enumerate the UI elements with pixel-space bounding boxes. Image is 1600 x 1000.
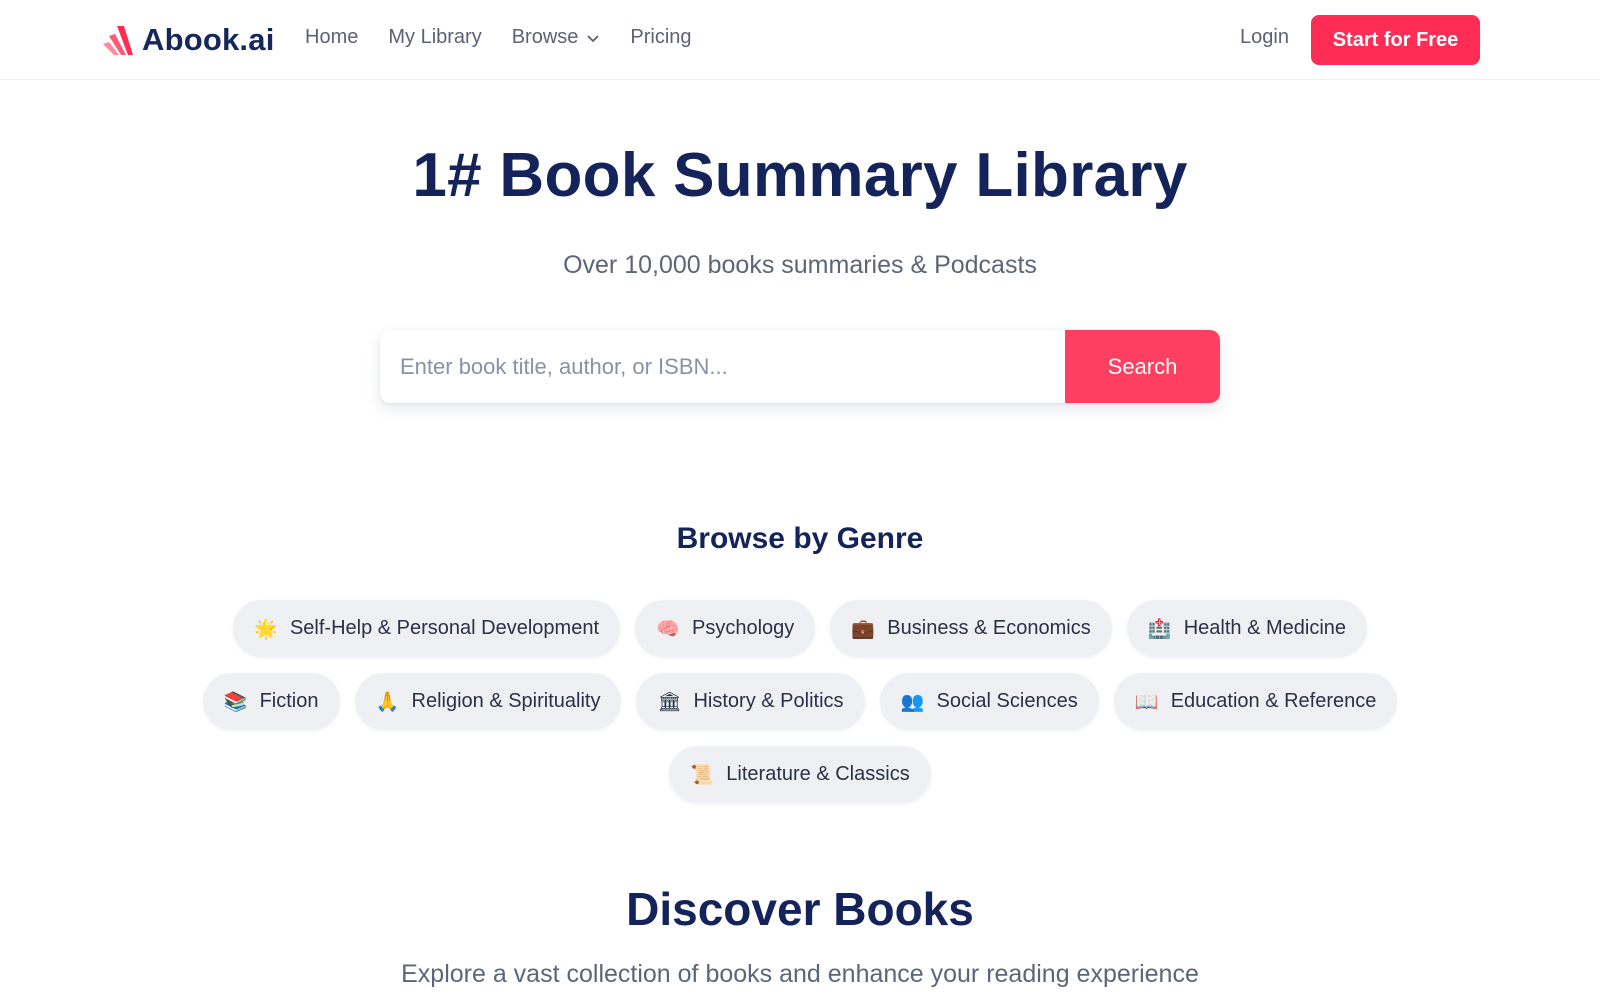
discover-title: Discover Books bbox=[626, 883, 974, 935]
logo[interactable]: Abook.ai bbox=[102, 20, 275, 60]
genre-chip-label: Education & Reference bbox=[1170, 690, 1377, 712]
main-nav: Home My Library Browse Pricing bbox=[305, 26, 692, 49]
nav-browse-dropdown[interactable]: Browse bbox=[512, 26, 601, 49]
hospital-icon: 🏥 bbox=[1147, 618, 1172, 640]
start-for-free-button[interactable]: Start for Free bbox=[1311, 15, 1480, 65]
brain-icon: 🧠 bbox=[656, 618, 680, 640]
genre-chip-education[interactable]: 📖 Education & Reference bbox=[1113, 673, 1398, 730]
genre-chip-label: Self-Help & Personal Development bbox=[289, 617, 600, 639]
genre-chip-health[interactable]: 🏥 Health & Medicine bbox=[1126, 600, 1368, 657]
search-bar: Search bbox=[380, 330, 1220, 403]
genre-chip-business[interactable]: 💼 Business & Economics bbox=[830, 600, 1112, 657]
chevron-down-icon bbox=[586, 31, 600, 45]
genre-chip-list: 🌟 Self-Help & Personal Development 🧠 Psy… bbox=[180, 600, 1420, 803]
page-title: 1# Book Summary Library bbox=[412, 141, 1188, 210]
people-icon: 👥 bbox=[900, 691, 925, 713]
genre-chip-religion[interactable]: 🙏 Religion & Spirituality bbox=[354, 673, 622, 730]
genre-chip-literature[interactable]: 📜 Literature & Classics bbox=[669, 746, 931, 803]
briefcase-icon: 💼 bbox=[851, 618, 875, 640]
nav-pricing-label: Pricing bbox=[630, 26, 692, 48]
genre-chip-label: Business & Economics bbox=[887, 617, 1091, 639]
login-link[interactable]: Login bbox=[1240, 26, 1289, 49]
hero-subtitle: Over 10,000 books summaries & Podcasts bbox=[563, 251, 1037, 279]
nav-pricing[interactable]: Pricing bbox=[630, 26, 691, 49]
genre-chip-fiction[interactable]: 📚 Fiction bbox=[202, 673, 340, 730]
genre-chip-self-help[interactable]: 🌟 Self-Help & Personal Development bbox=[232, 600, 621, 657]
genre-chip-label: Religion & Spirituality bbox=[411, 690, 601, 712]
nav-home[interactable]: Home bbox=[305, 26, 358, 49]
nav-my-library-label: My Library bbox=[388, 26, 482, 48]
books-icon: 📚 bbox=[223, 691, 248, 713]
nav-browse-label: Browse bbox=[511, 26, 579, 48]
discover-subtitle: Explore a vast collection of books and e… bbox=[401, 960, 1199, 988]
praying-hands-icon: 🙏 bbox=[375, 691, 400, 713]
logo-text: Abook.ai bbox=[142, 22, 275, 57]
genre-chip-label: History & Politics bbox=[693, 690, 844, 712]
nav-home-label: Home bbox=[305, 26, 359, 48]
classical-building-icon: 🏛 bbox=[657, 691, 682, 713]
genre-section-title: Browse by Genre bbox=[676, 522, 924, 555]
open-book-icon: 📖 bbox=[1134, 691, 1159, 713]
genre-chip-psychology[interactable]: 🧠 Psychology bbox=[635, 600, 816, 657]
site-header: Abook.ai Home My Library Browse Pricing … bbox=[0, 0, 1600, 80]
genre-chip-label: Psychology bbox=[692, 617, 795, 639]
book-logo-icon bbox=[102, 24, 134, 56]
genre-chip-label: Literature & Classics bbox=[726, 763, 910, 785]
genre-chip-label: Health & Medicine bbox=[1183, 617, 1347, 639]
genre-chip-social-sciences[interactable]: 👥 Social Sciences bbox=[879, 673, 1099, 730]
genre-chip-history[interactable]: 🏛 History & Politics bbox=[636, 673, 865, 730]
genre-chip-label: Social Sciences bbox=[936, 690, 1078, 712]
search-button[interactable]: Search bbox=[1065, 330, 1220, 403]
nav-my-library[interactable]: My Library bbox=[388, 26, 481, 49]
search-input[interactable] bbox=[380, 330, 1065, 403]
genre-chip-label: Fiction bbox=[259, 690, 319, 712]
scroll-icon: 📜 bbox=[690, 764, 714, 786]
star-icon: 🌟 bbox=[253, 618, 278, 640]
